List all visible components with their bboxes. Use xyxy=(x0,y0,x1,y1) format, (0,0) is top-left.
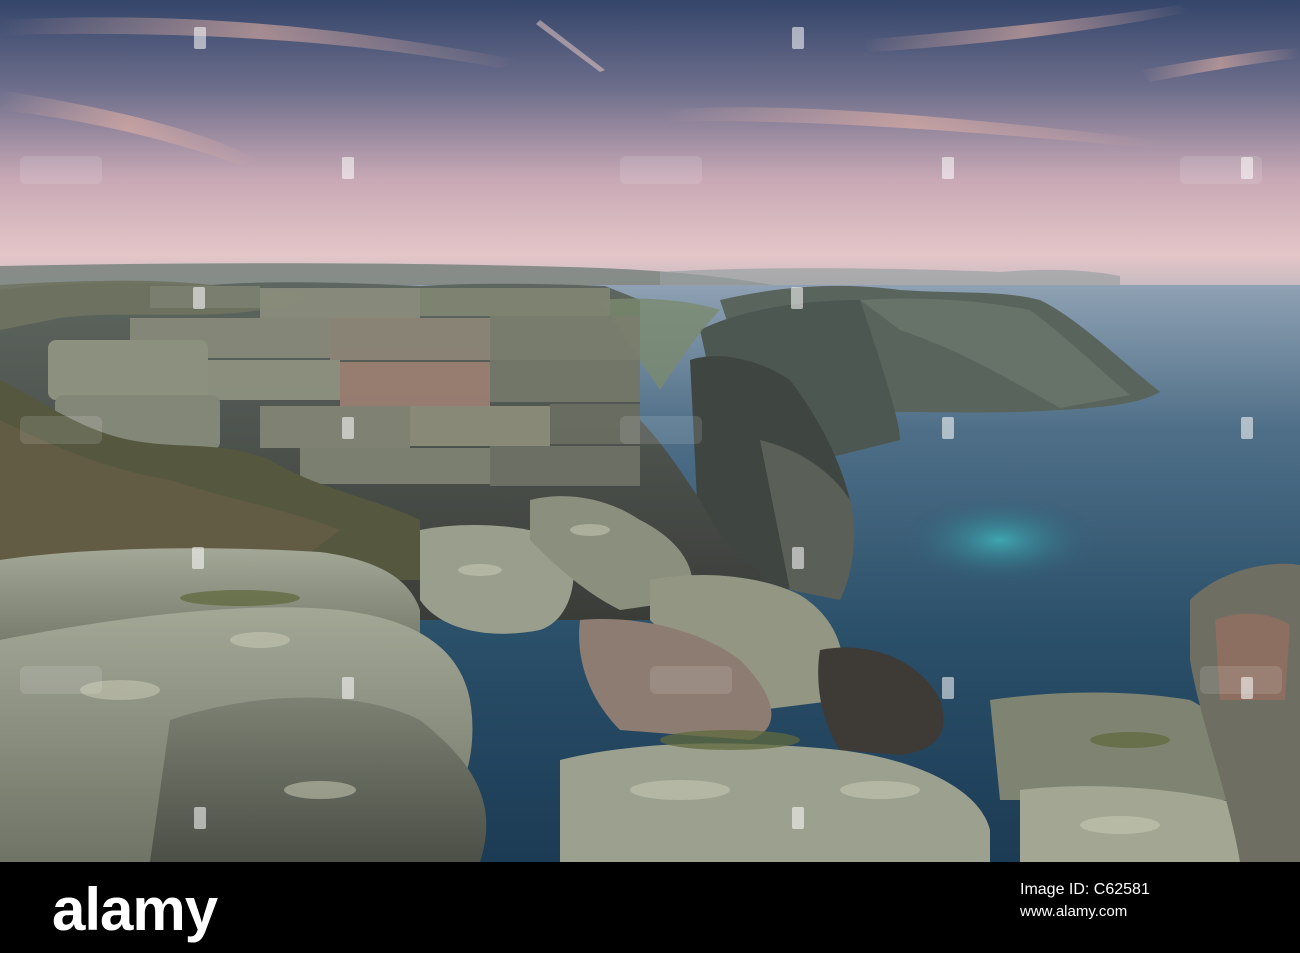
coastal-cliffs-photo xyxy=(0,0,1300,862)
site-url[interactable]: www.alamy.com xyxy=(1020,901,1150,923)
image-meta: Image ID: C62581 www.alamy.com xyxy=(1020,878,1150,923)
image-id-label: Image ID: C62581 xyxy=(1020,881,1150,898)
stock-photo-page: alamy Image ID: C62581 www.alamy.com xyxy=(0,0,1300,953)
brand-logo[interactable]: alamy xyxy=(52,880,218,940)
stock-footer-bar: alamy Image ID: C62581 www.alamy.com xyxy=(0,862,1300,953)
